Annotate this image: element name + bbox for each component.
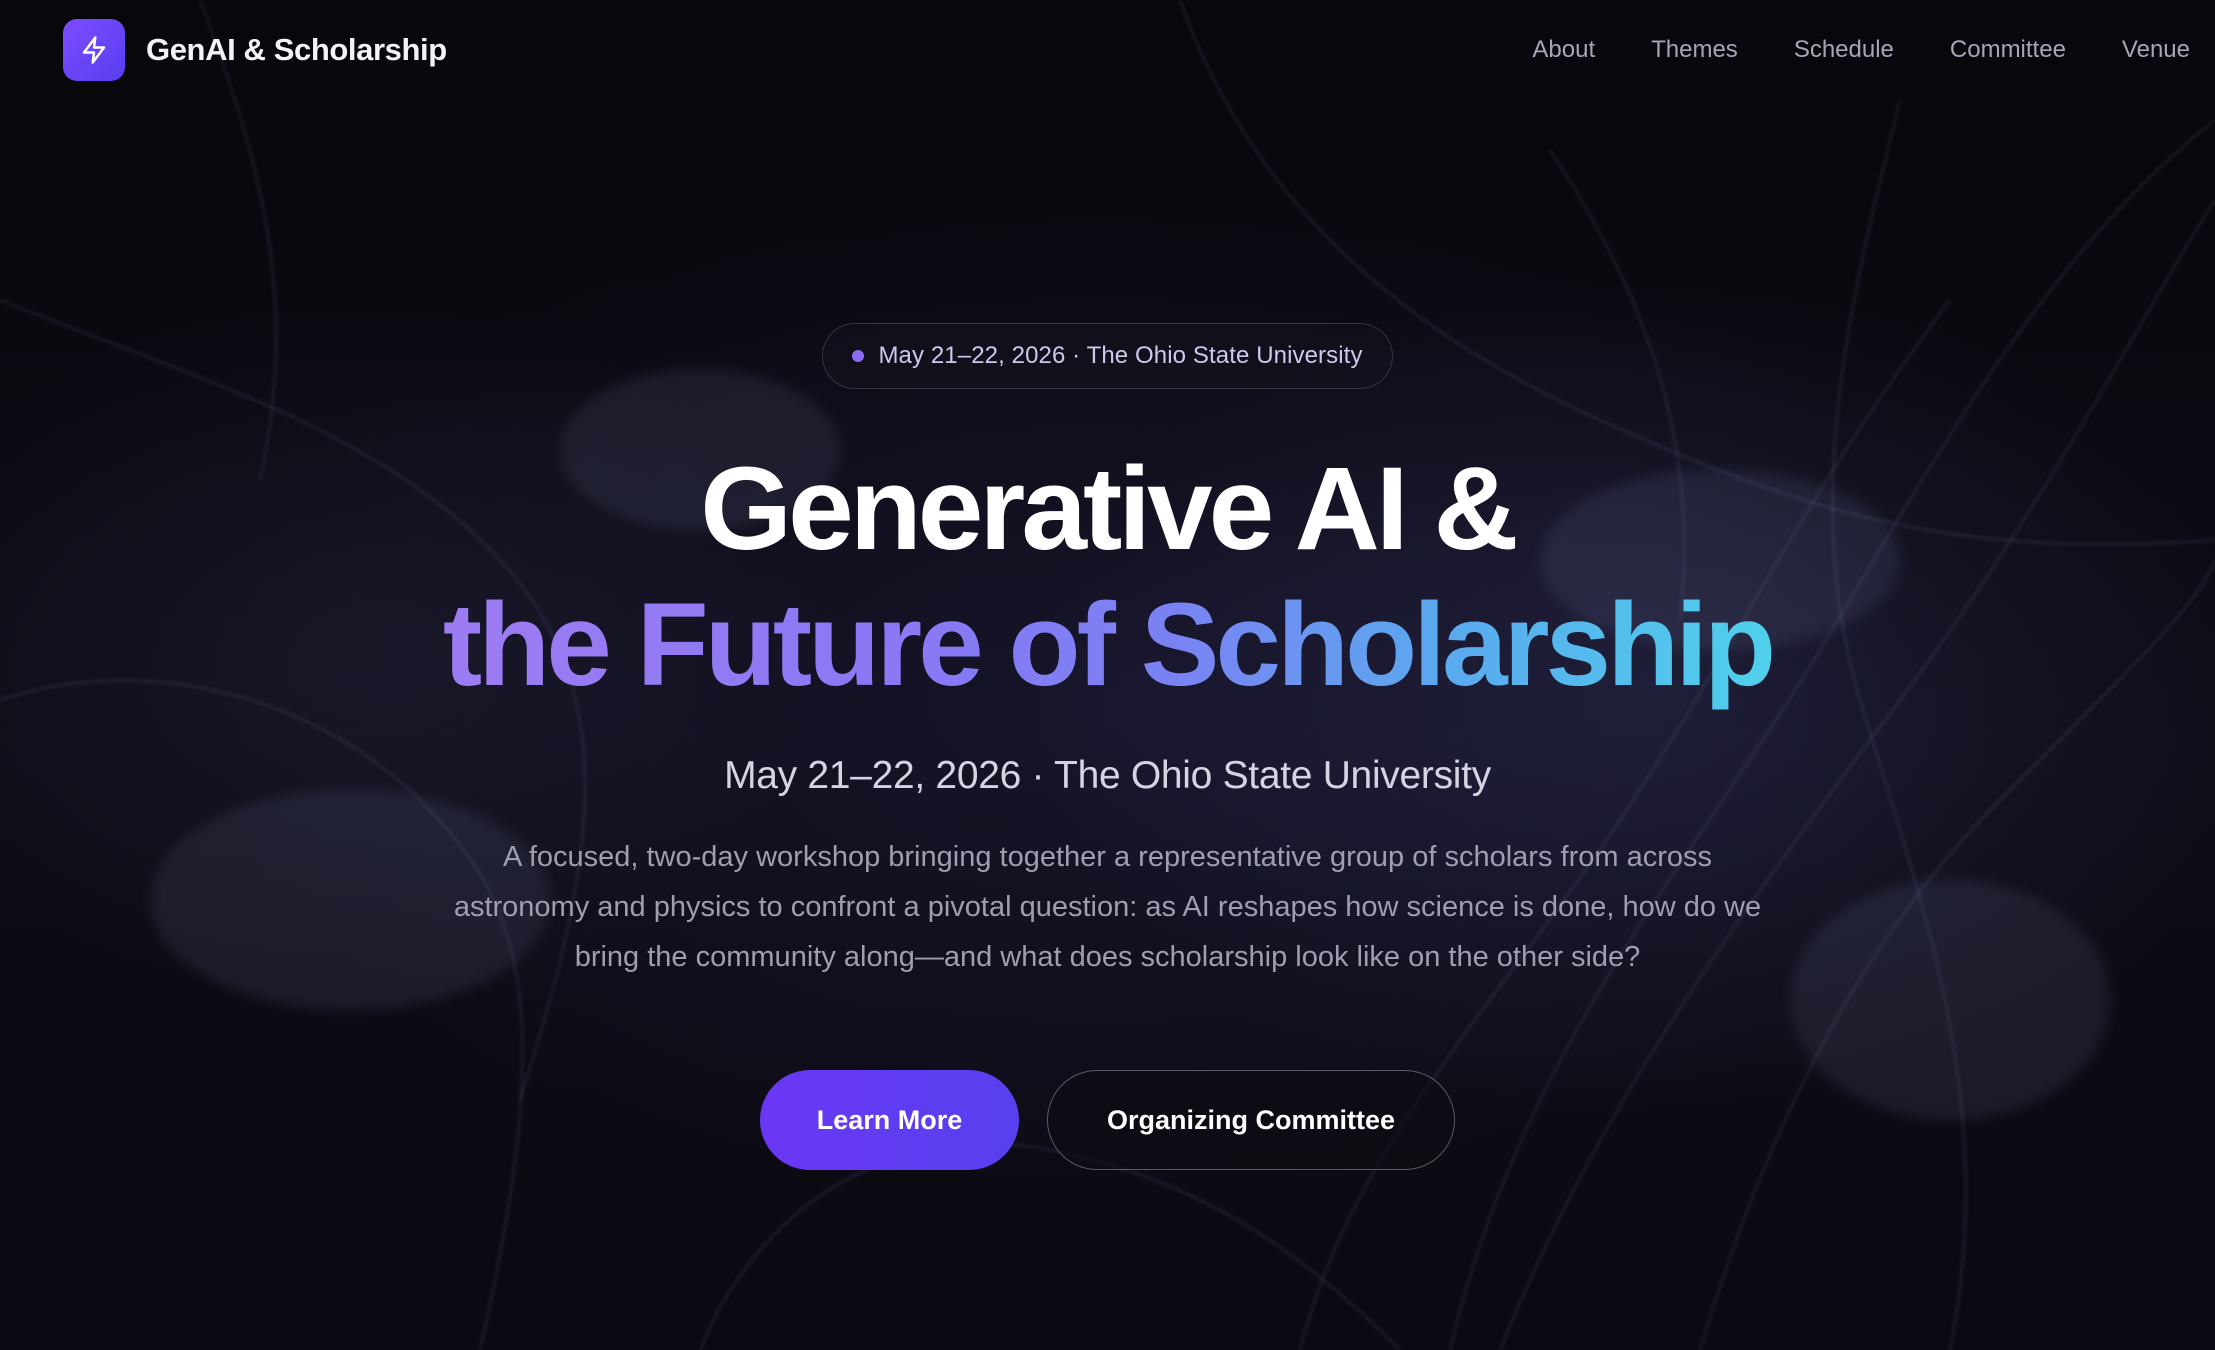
landing-page: GenAI & Scholarship About Themes Schedul… bbox=[0, 0, 2215, 1350]
learn-more-button[interactable]: Learn More bbox=[760, 1070, 1019, 1171]
status-dot bbox=[852, 350, 865, 362]
hero-title: Generative AI & the Future of Scholarshi… bbox=[443, 439, 1776, 717]
event-date-badge-text: May 21–22, 2026 · The Ohio State Univers… bbox=[878, 342, 1363, 369]
hero-section: May 21–22, 2026 · The Ohio State Univers… bbox=[0, 0, 2215, 1350]
hero-subtitle: May 21–22, 2026 · The Ohio State Univers… bbox=[724, 754, 1491, 798]
organizing-committee-button[interactable]: Organizing Committee bbox=[1047, 1070, 1455, 1171]
hero-title-line2: the Future of Scholarship bbox=[443, 575, 1776, 717]
hero-actions: Learn More Organizing Committee bbox=[760, 1070, 1455, 1171]
hero-description: A focused, two-day workshop bringing tog… bbox=[453, 841, 1762, 974]
hero-title-line1: Generative AI & bbox=[700, 443, 1518, 575]
event-date-badge: May 21–22, 2026 · The Ohio State Univers… bbox=[822, 323, 1393, 389]
